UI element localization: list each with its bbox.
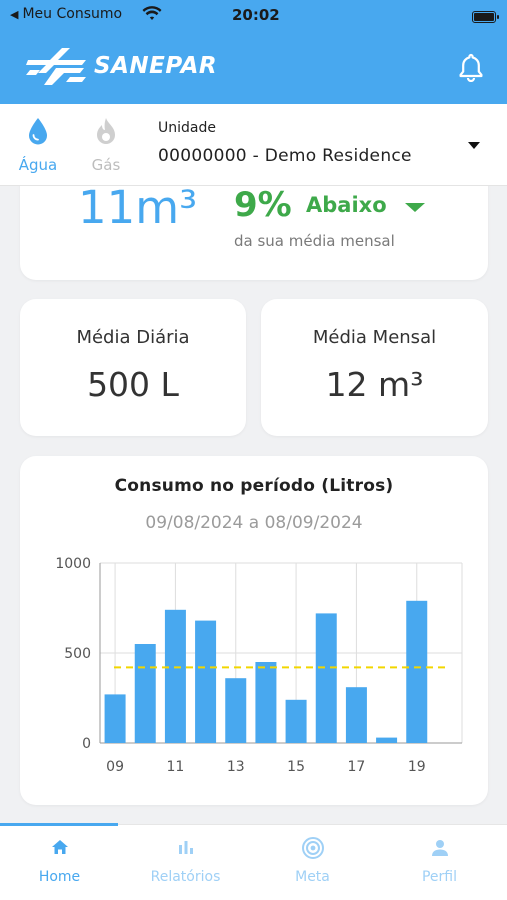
daily-average-value: 500 L bbox=[87, 365, 179, 404]
chart-bar bbox=[104, 694, 126, 743]
unit-caption: Unidade bbox=[158, 120, 216, 136]
active-tab-indicator bbox=[0, 823, 118, 826]
x-tick-label: 11 bbox=[167, 759, 185, 775]
status-bar: ◀ Meu Consumo 20:02 bbox=[0, 4, 507, 30]
chart-bar bbox=[134, 644, 156, 743]
consumption-bar-chart: 0 500 1000 09 11 13 15 17 19 bbox=[55, 556, 463, 775]
chart-bar bbox=[225, 678, 247, 743]
comparison-caption: da sua média mensal bbox=[234, 232, 395, 250]
water-drop-icon bbox=[29, 118, 47, 145]
back-to-app[interactable]: ◀ Meu Consumo bbox=[10, 6, 122, 22]
chart-bar bbox=[255, 662, 277, 743]
nav-profile[interactable]: Perfil bbox=[376, 839, 503, 885]
monthly-average-value: 12 m³ bbox=[325, 365, 424, 404]
x-tick-label: 13 bbox=[227, 759, 245, 775]
utility-tab-gas[interactable]: Gás bbox=[76, 116, 136, 174]
nav-home[interactable]: Home bbox=[0, 839, 123, 885]
nav-home-label: Home bbox=[38, 869, 81, 885]
utility-tab-agua[interactable]: Água bbox=[8, 116, 68, 174]
brand-name: SANEPAR bbox=[94, 53, 218, 79]
daily-average-title: Média Diária bbox=[76, 327, 190, 348]
percent-difference: 9% bbox=[234, 185, 292, 225]
notifications-bell-icon[interactable] bbox=[458, 52, 484, 82]
sanepar-logo: SANEPAR bbox=[26, 44, 217, 88]
x-tick-label: 15 bbox=[287, 759, 305, 775]
monthly-average-card: Média Mensal 12 m³ bbox=[261, 299, 488, 436]
chart-bar bbox=[315, 613, 337, 743]
app-header: ◀ Meu Consumo 20:02 SANEPAR bbox=[0, 0, 507, 104]
nav-profile-label: Perfil bbox=[421, 869, 458, 885]
monthly-average-title: Média Mensal bbox=[312, 327, 437, 348]
unit-value: 00000000 - Demo Residence bbox=[158, 146, 412, 166]
utility-tab-agua-label: Água bbox=[18, 156, 58, 174]
flame-icon bbox=[97, 118, 115, 144]
chart-bar bbox=[164, 609, 186, 743]
nav-goal-label: Meta bbox=[295, 869, 330, 885]
x-tick-label: 19 bbox=[408, 759, 426, 775]
back-arrow-icon: ◀ bbox=[10, 7, 19, 21]
nav-reports[interactable]: Relatórios bbox=[122, 839, 249, 885]
person-icon bbox=[431, 840, 448, 856]
current-consumption: 11m³ bbox=[78, 181, 198, 234]
chevron-down-icon bbox=[468, 142, 480, 149]
carrier-label: Meu Consumo bbox=[22, 6, 123, 22]
chart-bar bbox=[195, 620, 217, 743]
wifi-icon bbox=[142, 6, 162, 20]
utility-tab-gas-label: Gás bbox=[91, 156, 121, 174]
down-triangle-icon bbox=[405, 203, 425, 212]
daily-average-card: Média Diária 500 L bbox=[20, 299, 246, 436]
unit-selector-bar: Água Gás Unidade 00000000 - Demo Residen… bbox=[0, 104, 507, 186]
nav-goal[interactable]: Meta bbox=[249, 837, 376, 885]
battery-icon bbox=[472, 11, 499, 23]
y-tick-label: 1000 bbox=[55, 556, 91, 572]
unit-dropdown[interactable]: Unidade 00000000 - Demo Residence bbox=[150, 104, 507, 186]
chart-bar bbox=[345, 687, 367, 743]
x-tick-label: 09 bbox=[106, 759, 124, 775]
sanepar-logo-icon bbox=[26, 48, 86, 85]
clock: 20:02 bbox=[232, 6, 280, 24]
target-icon bbox=[301, 837, 324, 859]
bottom-navigation: Home Relatórios Meta Perfil bbox=[0, 823, 507, 900]
percent-direction: Abaixo bbox=[306, 193, 387, 217]
chart-bar bbox=[285, 699, 307, 743]
home-icon bbox=[51, 840, 68, 854]
x-tick-label: 17 bbox=[348, 759, 366, 775]
bar-chart-icon bbox=[178, 841, 193, 854]
consumption-chart-card: Consumo no período (Litros) 09/08/2024 a… bbox=[20, 456, 488, 805]
y-tick-label: 500 bbox=[64, 646, 91, 662]
chart-bar bbox=[376, 737, 398, 743]
chart-bar bbox=[406, 600, 428, 743]
nav-reports-label: Relatórios bbox=[150, 869, 221, 885]
y-tick-label: 0 bbox=[82, 736, 91, 752]
